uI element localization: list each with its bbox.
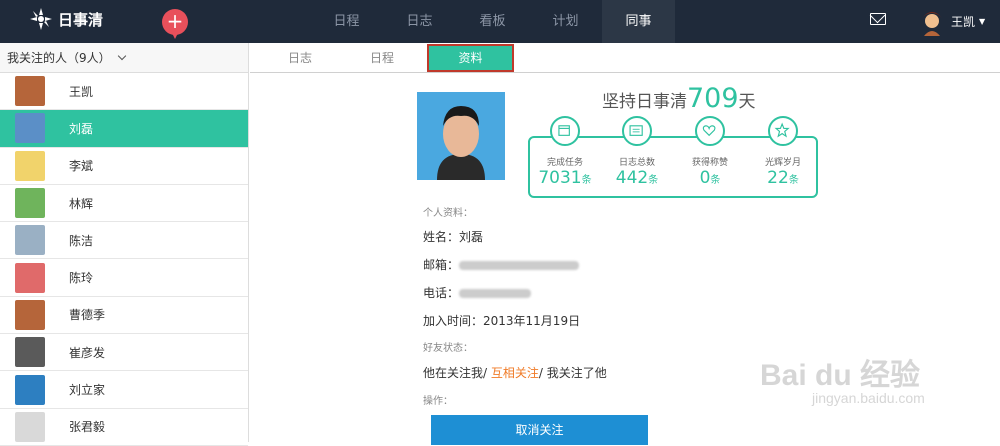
friend-status-mutual: 互相关注 — [490, 366, 539, 380]
app-name: 日事清 — [58, 10, 104, 29]
avatar — [15, 225, 45, 256]
avatar — [15, 188, 45, 219]
profile-phone: 电话： — [423, 284, 532, 301]
nav-item-colleagues[interactable]: 同事 — [602, 0, 675, 43]
stat-number: 22 — [767, 168, 789, 188]
stat-label: 获得称赞 — [691, 158, 728, 168]
stat-label: 日志总数 — [618, 158, 655, 168]
chevron-down-icon — [117, 51, 126, 61]
nav-item-board[interactable]: 看板 — [456, 0, 529, 43]
email-value-redacted — [459, 261, 580, 270]
sidebar-item[interactable]: 崔彦发 — [0, 334, 248, 372]
avatar — [15, 299, 45, 330]
sidebar-item[interactable]: 陈洁 — [0, 222, 248, 260]
sidebar-item-name: 刘磊 — [69, 121, 94, 136]
avatar — [15, 337, 45, 368]
avatar — [15, 150, 45, 181]
mail-icon[interactable] — [870, 13, 886, 25]
sidebar-item[interactable]: 李斌 — [0, 148, 248, 185]
stat-value: 442条 — [602, 168, 672, 188]
stat-unit: 条 — [788, 175, 799, 186]
watermark-logo: Bai du 经验 — [760, 359, 921, 392]
nav-item-log[interactable]: 日志 — [383, 0, 456, 43]
sidebar-item-name: 张君毅 — [69, 420, 106, 435]
profile-email: 邮箱： — [423, 256, 580, 273]
sidebar-item[interactable]: 刘磊 — [0, 110, 248, 148]
tab-bar: 日志 日程 资料 — [250, 43, 1000, 73]
persist-days: 坚持日事清709天 — [602, 83, 756, 114]
friend-status-follows-me: 他在关注我/ — [423, 366, 488, 380]
profile-name: 姓名：刘磊 — [423, 230, 484, 244]
nav-item-schedule[interactable]: 日程 — [310, 0, 383, 43]
sidebar-item[interactable]: 陈玲 — [0, 259, 248, 297]
phone-value-redacted — [459, 289, 532, 298]
stat-label: 完成任务 — [546, 158, 583, 168]
profile-photo — [417, 92, 505, 180]
section-operations: 操作： — [423, 396, 453, 407]
persist-prefix: 坚持日事清 — [602, 92, 687, 112]
tab-log[interactable]: 日志 — [260, 43, 340, 73]
watermark-url: jingyan.baidu.com — [812, 390, 925, 406]
profile-join-date: 加入时间：2013年11月19日 — [423, 314, 581, 328]
sidebar-item-name: 陈玲 — [69, 271, 94, 286]
tab-profile[interactable]: 资料 — [427, 44, 514, 72]
stat-value: 0条 — [675, 168, 745, 188]
persist-suffix: 天 — [738, 92, 756, 112]
user-name: 王凯 — [951, 14, 976, 29]
avatar — [15, 262, 45, 293]
stat-number: 0 — [699, 168, 711, 188]
avatar — [15, 76, 45, 107]
unfollow-button[interactable]: 取消关注 — [431, 415, 648, 445]
stat-number: 442 — [615, 168, 649, 188]
sidebar-item-name: 刘立家 — [69, 383, 106, 398]
sidebar-item-name: 李斌 — [69, 159, 94, 174]
stat-number: 7031 — [538, 168, 582, 188]
list-icon — [622, 116, 652, 146]
email-label: 邮箱： — [423, 258, 460, 272]
sidebar-item-name: 崔彦发 — [69, 345, 106, 360]
logo-icon — [30, 8, 52, 30]
add-button[interactable]: + — [162, 9, 188, 39]
sidebar: 我关注的人（9人） 王凯刘磊李斌林辉陈洁陈玲曹德季崔彦发刘立家张君毅 — [0, 43, 249, 446]
avatar — [15, 113, 45, 144]
sidebar-item-name: 陈洁 — [69, 233, 94, 248]
stats-box: 完成任务 7031条 日志总数 442条 获得称赞 0条 光辉岁月 22条 — [528, 116, 818, 198]
phone-label: 电话： — [423, 286, 460, 300]
sidebar-item-name: 王凯 — [69, 84, 94, 99]
sidebar-item[interactable]: 刘立家 — [0, 371, 248, 409]
top-bar: 日事清 + 日程 日志 看板 计划 同事 王凯 ▼ — [0, 0, 1000, 43]
app-logo[interactable]: 日事清 — [30, 8, 103, 30]
stat-unit: 条 — [648, 175, 659, 186]
stat-unit: 条 — [581, 175, 592, 186]
tab-schedule[interactable]: 日程 — [342, 43, 422, 73]
sidebar-item[interactable]: 王凯 — [0, 73, 248, 111]
sidebar-title: 我关注的人（9人） — [7, 51, 111, 65]
sidebar-list: 王凯刘磊李斌林辉陈洁陈玲曹德季崔彦发刘立家张君毅 — [0, 73, 248, 446]
stat-unit: 条 — [710, 175, 721, 186]
avatar — [15, 411, 45, 442]
avatar — [15, 374, 45, 405]
sidebar-item-name: 曹德季 — [69, 308, 106, 323]
chevron-down-icon: ▼ — [979, 16, 986, 26]
sidebar-item-name: 林辉 — [69, 196, 94, 211]
sidebar-item[interactable]: 曹德季 — [0, 297, 248, 335]
friend-status: 他在关注我/ 互相关注/ 我关注了他 — [423, 364, 607, 381]
user-menu[interactable]: 王凯 ▼ — [918, 6, 985, 36]
main-nav: 日程 日志 看板 计划 同事 — [310, 0, 675, 43]
sidebar-header[interactable]: 我关注的人（9人） — [0, 43, 248, 73]
user-avatar — [918, 6, 946, 36]
sidebar-item[interactable]: 林辉 — [0, 185, 248, 223]
calendar-icon — [550, 116, 580, 146]
friend-status-i-follow: / 我关注了他 — [538, 366, 607, 380]
nav-item-plan[interactable]: 计划 — [529, 0, 602, 43]
section-personal-info: 个人资料： — [423, 208, 473, 219]
stat-label: 光辉岁月 — [764, 158, 801, 168]
persist-count: 709 — [687, 83, 739, 114]
star-icon — [768, 116, 798, 146]
sidebar-item[interactable]: 张君毅 — [0, 409, 248, 446]
section-friend-status: 好友状态： — [423, 343, 473, 354]
stat-value: 22条 — [748, 168, 818, 188]
heart-icon — [695, 116, 725, 146]
stat-value: 7031条 — [530, 168, 600, 188]
